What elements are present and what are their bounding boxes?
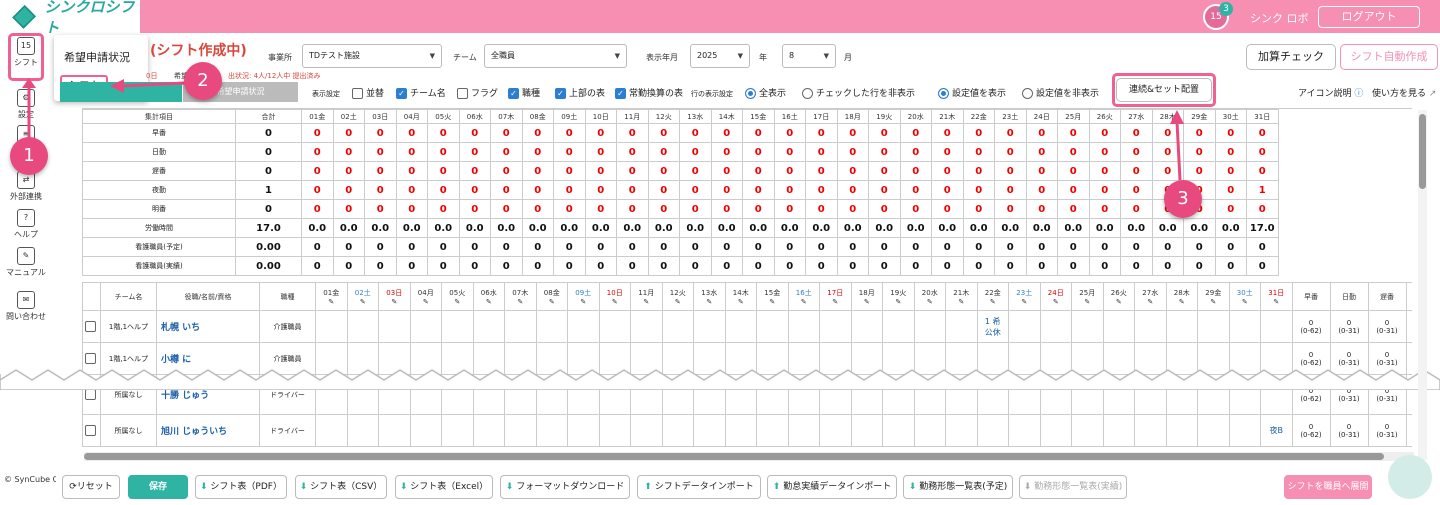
arrow-2-line [121, 81, 186, 88]
arrow-1-head [22, 78, 36, 88]
annotation-circle-3: 3 [1164, 180, 1202, 218]
arrow-3-head [1170, 110, 1184, 124]
arrow-2-head [110, 79, 124, 93]
annotation-circle-2: 2 [184, 62, 222, 100]
annotation-circle-1: 1 [10, 137, 48, 175]
arrow-3-line [1175, 121, 1182, 181]
